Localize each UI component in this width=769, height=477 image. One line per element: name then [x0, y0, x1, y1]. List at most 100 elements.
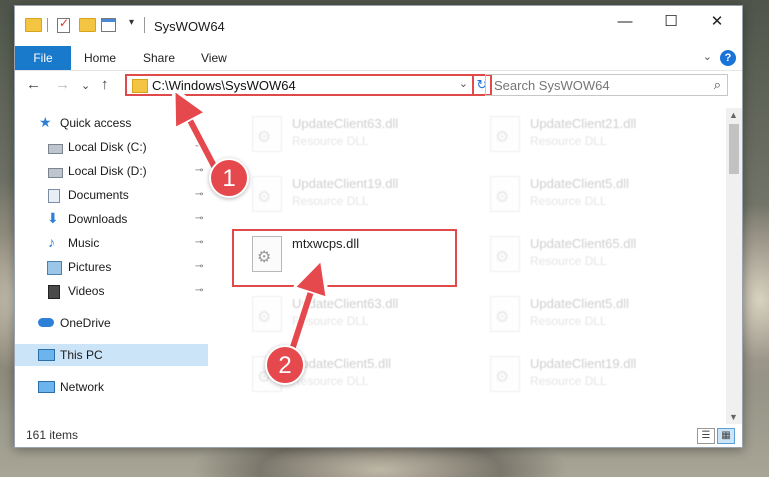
sidebar-item-this-pc[interactable]: This PC	[15, 344, 208, 366]
scroll-down-icon[interactable]: ▼	[729, 412, 738, 422]
file-type: Resource DLL	[530, 134, 607, 148]
callout-step-1: 1	[209, 158, 249, 198]
sidebar-item-documents[interactable]: Documents ⊸	[15, 184, 208, 206]
dll-file-icon	[490, 236, 520, 272]
downloads-icon: ⬇	[47, 210, 59, 226]
file-name: UpdateClient5.dll	[530, 296, 630, 311]
dll-file-icon	[252, 296, 282, 332]
minimize-button[interactable]: —	[602, 6, 648, 38]
search-icon[interactable]: ⌕	[714, 77, 721, 93]
large-icons-view-icon[interactable]: ▦	[717, 428, 735, 444]
properties-check-icon[interactable]	[57, 16, 70, 33]
callout-step-2: 2	[265, 345, 305, 385]
scroll-thumb[interactable]	[729, 124, 739, 174]
file-type: Resource DLL	[292, 134, 369, 148]
pin-icon[interactable]: ⊸	[195, 184, 203, 206]
help-icon[interactable]: ?	[720, 50, 736, 66]
ribbon-tabs: File Home Share View ⌄ ?	[15, 46, 742, 71]
pictures-icon	[47, 261, 62, 275]
sidebar-item-label: Music	[68, 236, 100, 250]
pin-icon[interactable]: ⊸	[195, 280, 203, 302]
sidebar-item-music[interactable]: ♪ Music ⊸	[15, 232, 208, 254]
search-box[interactable]: ⌕	[485, 74, 728, 96]
sidebar-item-label: Videos	[68, 284, 105, 298]
sidebar-item-videos[interactable]: Videos ⊸	[15, 280, 208, 302]
sidebar-item-downloads[interactable]: ⬇ Downloads ⊸	[15, 208, 208, 230]
scroll-up-icon[interactable]: ▲	[729, 110, 738, 120]
folder-icon	[132, 79, 148, 93]
file-item[interactable]: UpdateClient21.dll Resource DLL	[480, 110, 710, 165]
up-arrow-icon[interactable]: ↑	[101, 76, 109, 93]
search-input[interactable]	[492, 77, 696, 94]
tab-home[interactable]: Home	[84, 46, 116, 70]
sidebar-item-label: Local Disk (D:)	[68, 164, 147, 178]
file-name: UpdateClient5.dll	[530, 176, 630, 191]
highlight-box	[232, 229, 457, 287]
dll-file-icon	[490, 176, 520, 212]
dll-file-icon	[252, 116, 282, 152]
vertical-scrollbar[interactable]: ▲ ▼	[726, 108, 742, 424]
file-type: Resource DLL	[292, 194, 369, 208]
address-dropdown-icon[interactable]: ⌄	[459, 77, 468, 90]
pin-icon[interactable]: ⊸	[195, 232, 203, 254]
file-type: Resource DLL	[292, 314, 369, 328]
file-name: UpdateClient63.dll	[292, 116, 399, 131]
quick-access-properties-icon[interactable]	[101, 18, 116, 32]
drive-icon	[48, 168, 63, 178]
folder-icon	[25, 18, 42, 32]
sidebar-item-label: Quick access	[60, 116, 132, 130]
file-item[interactable]: UpdateClient63.dll Resource DLL	[242, 110, 472, 165]
file-item[interactable]: UpdateClient19.dll Resource DLL	[242, 170, 472, 225]
forward-arrow-icon[interactable]: →	[55, 76, 70, 93]
file-type: Resource DLL	[530, 194, 607, 208]
file-type: Resource DLL	[530, 314, 607, 328]
navigation-pane: ★ Quick access Local Disk (C:) ⊸ Local D…	[15, 108, 208, 424]
pin-icon[interactable]: ⊸	[195, 160, 203, 182]
file-name: UpdateClient63.dll	[292, 296, 399, 311]
close-button[interactable]: ✕	[694, 6, 740, 38]
file-name: UpdateClient5.dll	[292, 356, 392, 371]
file-name: UpdateClient65.dll	[530, 236, 637, 251]
music-icon: ♪	[48, 234, 55, 250]
pin-icon[interactable]: ⊸	[195, 136, 203, 158]
sidebar-item-local-disk-c[interactable]: Local Disk (C:) ⊸	[15, 136, 208, 158]
sidebar-item-label: Downloads	[68, 212, 128, 226]
title-bar: ▾ SysWOW64 — ☐ ✕	[15, 6, 742, 46]
address-bar[interactable]: C:\Windows\SysWOW64 ⌄	[125, 74, 474, 96]
address-path[interactable]: C:\Windows\SysWOW64	[152, 78, 296, 93]
sidebar-item-network[interactable]: Network	[15, 376, 208, 398]
file-item[interactable]: UpdateClient63.dll Resource DLL	[242, 290, 472, 345]
tab-share[interactable]: Share	[143, 46, 175, 70]
sidebar-item-label: Pictures	[68, 260, 112, 274]
file-explorer-window: ▾ SysWOW64 — ☐ ✕ File Home Share View ⌄ …	[14, 5, 743, 448]
divider	[47, 18, 48, 32]
maximize-button[interactable]: ☐	[648, 6, 694, 38]
file-item[interactable]: UpdateClient19.dll Resource DLL	[480, 350, 710, 405]
back-arrow-icon[interactable]: ←	[26, 76, 41, 93]
recent-locations-icon[interactable]: ⌄	[81, 79, 90, 92]
quick-access-dropdown-icon[interactable]: ▾	[129, 17, 134, 28]
sidebar-item-pictures[interactable]: Pictures ⊸	[15, 256, 208, 278]
sidebar-item-label: Local Disk (C:)	[68, 140, 147, 154]
sidebar-item-onedrive[interactable]: OneDrive	[15, 312, 208, 334]
sidebar-item-quick-access[interactable]: ★ Quick access	[15, 112, 208, 134]
pin-icon[interactable]: ⊸	[195, 256, 203, 278]
file-item[interactable]: UpdateClient65.dll Resource DLL	[480, 230, 710, 285]
expand-ribbon-icon[interactable]: ⌄	[703, 50, 712, 63]
dll-file-icon	[490, 356, 520, 392]
file-item[interactable]: UpdateClient5.dll Resource DLL	[480, 170, 710, 225]
pin-icon[interactable]: ⊸	[195, 208, 203, 230]
this-pc-icon	[38, 349, 55, 361]
documents-icon	[48, 189, 60, 203]
new-folder-icon[interactable]	[79, 18, 96, 32]
details-view-icon[interactable]: ☰	[697, 428, 715, 444]
tab-view[interactable]: View	[201, 46, 227, 70]
sidebar-item-label: Documents	[68, 188, 129, 202]
sidebar-item-local-disk-d[interactable]: Local Disk (D:) ⊸	[15, 160, 208, 182]
file-item[interactable]: UpdateClient5.dll Resource DLL	[480, 290, 710, 345]
file-type: Resource DLL	[530, 374, 607, 388]
dll-file-icon	[252, 176, 282, 212]
network-icon	[38, 381, 55, 393]
file-name: UpdateClient19.dll	[530, 356, 637, 371]
tab-file[interactable]: File	[15, 46, 71, 70]
